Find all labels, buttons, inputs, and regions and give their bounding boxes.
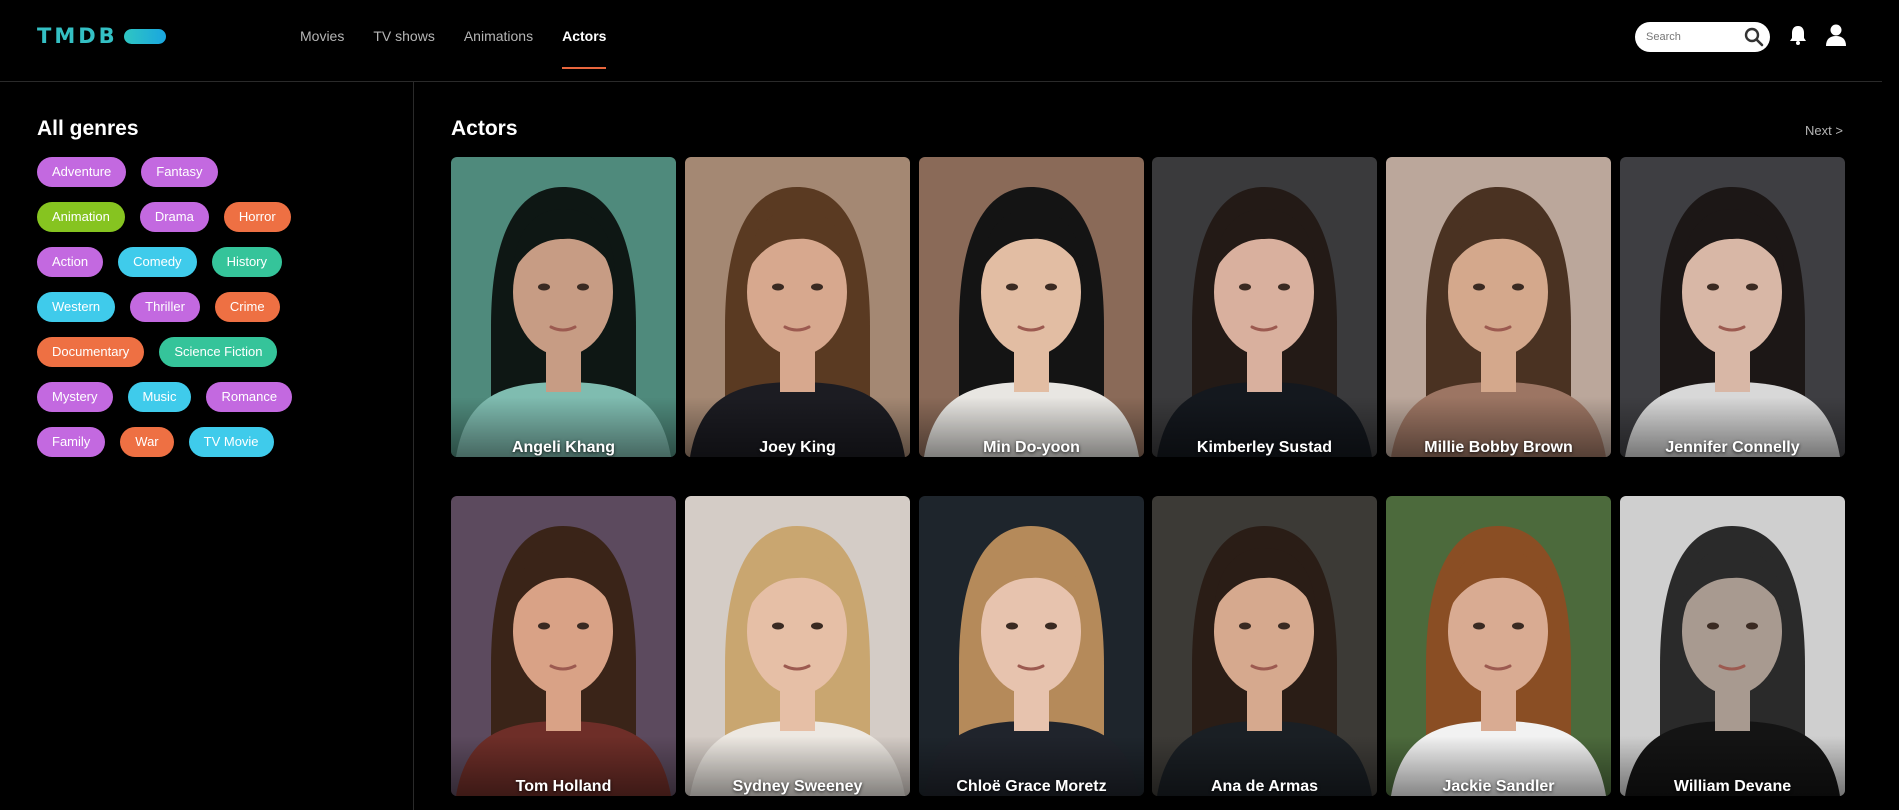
genre-chip-science-fiction[interactable]: Science Fiction bbox=[159, 337, 278, 367]
sidebar-title: All genres bbox=[37, 117, 139, 140]
main-nav: Movies TV shows Animations Actors bbox=[300, 0, 607, 70]
nav-tv-shows[interactable]: TV shows bbox=[373, 0, 434, 70]
actor-portrait-image bbox=[1386, 496, 1611, 796]
nav-animations[interactable]: Animations bbox=[464, 0, 533, 70]
actor-name: William Devane bbox=[1673, 778, 1792, 795]
actor-name: Min Do-yoon bbox=[983, 439, 1080, 456]
actor-card[interactable]: Millie Bobby Brown bbox=[1386, 157, 1611, 457]
genre-chip-western[interactable]: Western bbox=[37, 292, 116, 322]
actor-card[interactable]: William Devane bbox=[1620, 496, 1845, 796]
actor-card[interactable]: Sydney Sweeney bbox=[685, 496, 910, 796]
nav-movies[interactable]: Movies bbox=[300, 0, 344, 70]
genre-row: Adventure Fantasy bbox=[37, 157, 377, 187]
genre-chip-family[interactable]: Family bbox=[37, 427, 106, 457]
genre-sidebar: All genres Adventure Fantasy Animation Dram… bbox=[0, 82, 414, 810]
top-header: TMDB Movies TV shows Animations Actors bbox=[0, 0, 1882, 82]
genre-row: Documentary Science Fiction bbox=[37, 337, 377, 367]
actor-portrait-image bbox=[1620, 496, 1845, 796]
actor-card[interactable]: Tom Holland bbox=[451, 496, 676, 796]
search-icon[interactable] bbox=[1744, 27, 1764, 48]
genre-chip-drama[interactable]: Drama bbox=[139, 202, 209, 232]
actor-portrait-image bbox=[1620, 157, 1845, 457]
actor-portrait-image bbox=[919, 157, 1144, 457]
genre-chip-war[interactable]: War bbox=[120, 427, 174, 457]
search-box bbox=[1635, 22, 1770, 52]
genre-chip-fantasy[interactable]: Fantasy bbox=[141, 157, 218, 187]
genre-row: Mystery Music Romance bbox=[37, 382, 377, 412]
genre-chip-action[interactable]: Action bbox=[37, 247, 104, 277]
actor-name: Jennifer Connelly bbox=[1665, 439, 1800, 456]
actor-name: Sydney Sweeney bbox=[732, 778, 863, 795]
actor-name: Joey King bbox=[759, 439, 836, 456]
user-icon[interactable] bbox=[1825, 23, 1847, 47]
actor-card[interactable]: Joey King bbox=[685, 157, 910, 457]
actor-card[interactable]: Ana de Armas bbox=[1152, 496, 1377, 796]
actor-name: Kimberley Sustad bbox=[1196, 439, 1333, 456]
actor-portrait-image bbox=[451, 157, 676, 457]
genre-chip-music[interactable]: Music bbox=[127, 382, 192, 412]
actor-name: Jackie Sandler bbox=[1442, 778, 1555, 795]
genre-row: Action Comedy History bbox=[37, 247, 377, 277]
search-input[interactable] bbox=[1646, 31, 1744, 43]
genre-chip-documentary[interactable]: Documentary bbox=[37, 337, 145, 367]
nav-actors[interactable]: Actors bbox=[562, 0, 607, 70]
actor-card[interactable]: Min Do-yoon bbox=[919, 157, 1144, 457]
logo-text: TMDB bbox=[37, 24, 118, 48]
actor-name: Ana de Armas bbox=[1211, 778, 1318, 795]
actor-card[interactable]: Angeli Khang bbox=[451, 157, 676, 457]
logo-pill-graphic bbox=[123, 28, 166, 44]
actor-portrait-image bbox=[685, 496, 910, 796]
genre-list: Adventure Fantasy Animation Drama Horror Acti… bbox=[37, 157, 377, 472]
genre-chip-horror[interactable]: Horror bbox=[223, 202, 291, 232]
genre-chip-history[interactable]: History bbox=[211, 247, 283, 277]
genre-row: Family War TV Movie bbox=[37, 427, 377, 457]
bell-icon[interactable] bbox=[1787, 24, 1809, 46]
actor-name: Angeli Khang bbox=[511, 439, 616, 456]
actor-portrait-image bbox=[1152, 157, 1377, 457]
genre-chip-romance[interactable]: Romance bbox=[206, 382, 293, 412]
genre-chip-animation[interactable]: Animation bbox=[37, 202, 125, 232]
genre-chip-comedy[interactable]: Comedy bbox=[118, 247, 197, 277]
actor-portrait-image bbox=[919, 496, 1144, 796]
genre-chip-adventure[interactable]: Adventure bbox=[37, 157, 127, 187]
actor-portrait-image bbox=[451, 496, 676, 796]
genre-chip-thriller[interactable]: Thriller bbox=[130, 292, 200, 322]
genre-chip-mystery[interactable]: Mystery bbox=[37, 382, 113, 412]
actor-name: Tom Holland bbox=[515, 778, 612, 795]
page-title: Actors bbox=[451, 117, 518, 140]
genre-row: Western Thriller Crime bbox=[37, 292, 377, 322]
actor-card[interactable]: Chloë Grace Moretz bbox=[919, 496, 1144, 796]
actor-card[interactable]: Jackie Sandler bbox=[1386, 496, 1611, 796]
genre-chip-crime[interactable]: Crime bbox=[214, 292, 280, 322]
genre-chip-tv-movie[interactable]: TV Movie bbox=[188, 427, 274, 457]
actor-card[interactable]: Jennifer Connelly bbox=[1620, 157, 1845, 457]
genre-row: Animation Drama Horror bbox=[37, 202, 377, 232]
actor-name: Chloë Grace Moretz bbox=[956, 778, 1107, 795]
actor-portrait-image bbox=[1386, 157, 1611, 457]
actor-name: Millie Bobby Brown bbox=[1424, 439, 1573, 456]
actor-card[interactable]: Kimberley Sustad bbox=[1152, 157, 1377, 457]
next-page-link[interactable]: Next > bbox=[1805, 123, 1843, 138]
actor-portrait-image bbox=[1152, 496, 1377, 796]
actor-portrait-image bbox=[685, 157, 910, 457]
tmdb-logo[interactable]: TMDB bbox=[37, 24, 166, 48]
